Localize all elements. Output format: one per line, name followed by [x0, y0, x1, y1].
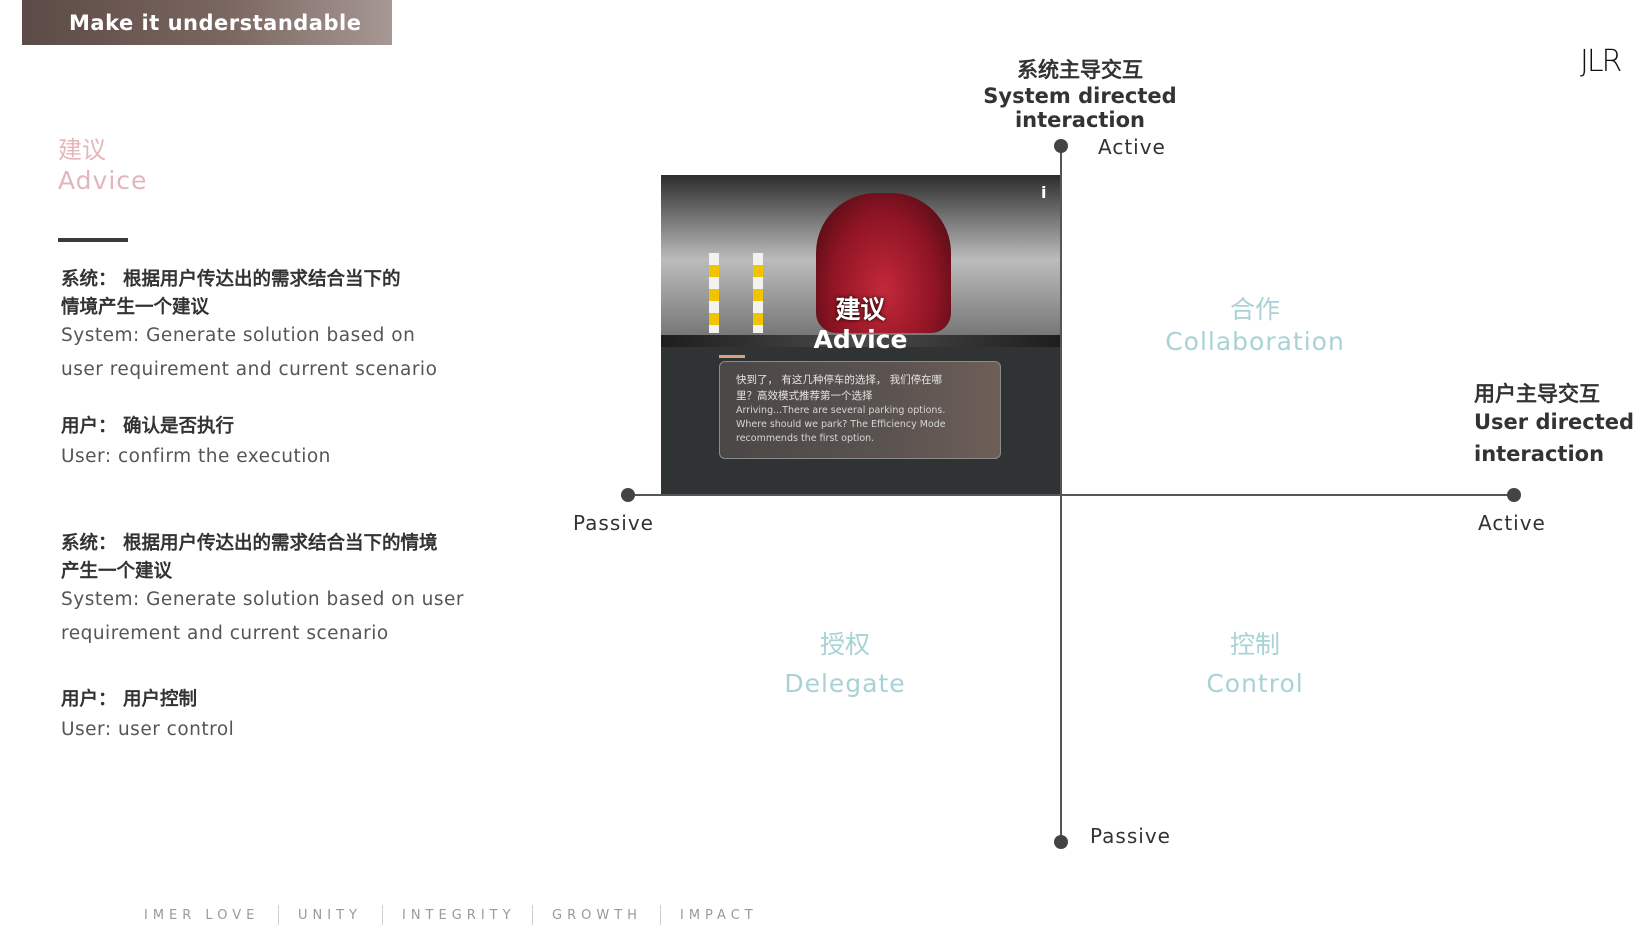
block1-system-zh-1: 系统： 根据用户传达出的需求结合当下的: [61, 269, 401, 290]
footer-divider-4: [660, 905, 661, 925]
banner-title: Make it understandable: [69, 10, 362, 35]
jlr-logo: JLR: [1580, 44, 1622, 79]
advice-title-zh: 建议: [58, 136, 106, 164]
advice-title-en: Advice: [58, 166, 148, 195]
footer-value-5: IMPACT: [680, 908, 758, 923]
advice-screen-image: i 建议 Advice 快到了， 有这几种停车的选择， 我们停在哪 里？高效模式…: [661, 175, 1060, 495]
quadrant-control-zh: 控制: [1229, 630, 1280, 659]
axis-dot-left: [621, 488, 635, 502]
horizontal-axis: [628, 494, 1514, 496]
advice-message-card: 快到了， 有这几种停车的选择， 我们停在哪 里？高效模式推荐第一个选择 Arri…: [719, 361, 1001, 459]
block1-user-en: User: confirm the execution: [61, 446, 331, 467]
advice-overlay-en: Advice: [813, 325, 908, 354]
info-icon: i: [1041, 183, 1047, 202]
footer-value-4: GROWTH: [552, 908, 642, 923]
system-directed-label-zh: 系统主导交互: [1017, 58, 1143, 82]
axis-dot-top: [1054, 139, 1068, 153]
block1-user-zh: 用户： 确认是否执行: [61, 416, 234, 437]
message-zh-2: 里？高效模式推荐第一个选择: [736, 390, 873, 402]
message-zh-1: 快到了， 有这几种停车的选择， 我们停在哪: [736, 374, 943, 386]
user-directed-label-zh: 用户主导交互: [1474, 382, 1600, 406]
system-directed-label-en: System directed interaction: [983, 84, 1177, 132]
quadrant-delegate-zh: 授权: [819, 630, 870, 659]
block1-system-en-2: user requirement and current scenario: [61, 359, 438, 380]
axis-label-right-active: Active: [1478, 511, 1546, 535]
block2-system-en-1: System: Generate solution based on user: [61, 589, 465, 610]
axis-label-top-active: Active: [1098, 135, 1166, 159]
user-directed-label-en-1: User directed: [1474, 410, 1635, 434]
header-banner: Make it understandable: [22, 0, 392, 45]
footer-value-1: IMER LOVE: [144, 908, 260, 923]
footer-value-2: UNITY: [298, 908, 362, 923]
block1-system-zh-2: 情境产生一个建议: [61, 297, 210, 318]
axis-dot-bottom: [1054, 835, 1068, 849]
user-directed-label-en-2: interaction: [1474, 442, 1605, 466]
axis-label-bottom-passive: Passive: [1090, 824, 1171, 848]
block2-user-zh: 用户： 用户控制: [61, 689, 197, 710]
quadrant-control-en: Control: [1206, 669, 1304, 698]
footer-divider-1: [278, 905, 279, 925]
footer-value-3: INTEGRITY: [402, 908, 516, 923]
message-en-3: recommends the first option.: [736, 433, 875, 444]
axis-dot-right: [1507, 488, 1521, 502]
message-en-2: Where should we park? The Efficiency Mod…: [736, 419, 946, 430]
block1-system-en-1: System: Generate solution based on: [61, 325, 416, 346]
block2-user-en: User: user control: [61, 719, 235, 740]
quadrant-delegate-en: Delegate: [784, 669, 906, 698]
quadrant-collaboration-en: Collaboration: [1165, 327, 1345, 356]
accent-line: [719, 355, 745, 358]
footer-divider-2: [382, 905, 383, 925]
block2-system-en-2: requirement and current scenario: [61, 623, 389, 644]
quadrant-collaboration-zh: 合作: [1229, 295, 1280, 324]
axis-label-left-passive: Passive: [573, 511, 654, 535]
footer-divider-3: [532, 905, 533, 925]
advice-overlay-zh: 建议: [835, 295, 886, 324]
block2-system-zh-2: 产生一个建议: [61, 561, 173, 582]
title-divider: [58, 238, 128, 242]
block2-system-zh-1: 系统： 根据用户传达出的需求结合当下的情境: [61, 533, 438, 554]
message-en-1: Arriving...There are several parking opt…: [736, 405, 946, 416]
